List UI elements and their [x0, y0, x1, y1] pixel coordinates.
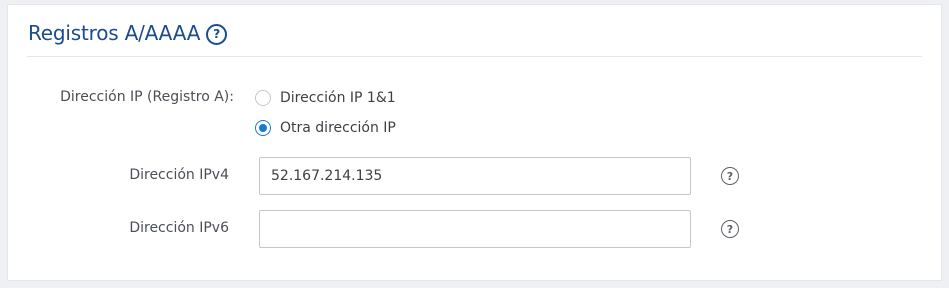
- ipv6-help-icon[interactable]: ?: [721, 220, 739, 238]
- radio-ip-1and1[interactable]: Dirección IP 1&1: [255, 90, 396, 106]
- radio-ip-1and1-label[interactable]: Dirección IP 1&1: [280, 90, 396, 106]
- radio-other-ip-circle[interactable]: [255, 120, 271, 136]
- radio-ip-1and1-circle[interactable]: [255, 90, 271, 106]
- section-header: Registros A/AAAA ?: [28, 19, 228, 47]
- ipv6-input[interactable]: [259, 210, 691, 248]
- radio-other-ip[interactable]: Otra dirección IP: [255, 120, 396, 136]
- ipv4-help-icon[interactable]: ?: [721, 167, 739, 185]
- ip-record-a-label: Dirección IP (Registro A):: [60, 89, 234, 105]
- ipv4-label: Dirección IPv4: [129, 167, 229, 183]
- radio-other-ip-label[interactable]: Otra dirección IP: [280, 120, 396, 136]
- ipv4-input[interactable]: [259, 157, 691, 195]
- ipv6-label: Dirección IPv6: [129, 220, 229, 236]
- a-aaaa-records-panel: Registros A/AAAA ? Dirección IP (Registr…: [7, 4, 942, 281]
- header-divider: [27, 56, 922, 57]
- help-icon[interactable]: ?: [206, 23, 228, 45]
- section-title: Registros A/AAAA: [28, 21, 201, 45]
